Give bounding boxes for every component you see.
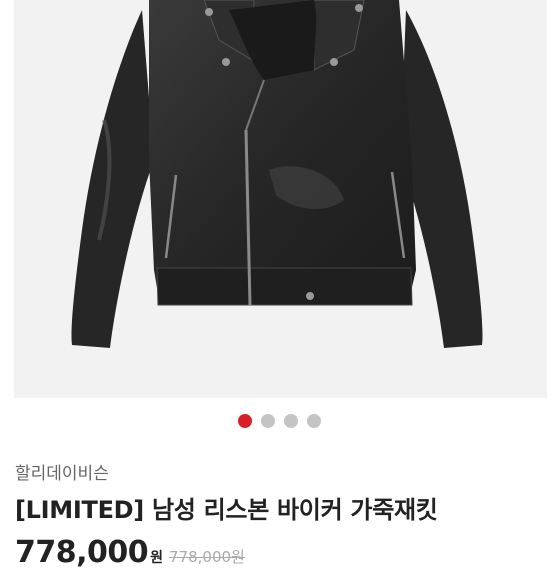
price-row: 778,000 원 778,000원 [15, 535, 245, 570]
carousel-dot-3[interactable] [284, 414, 298, 428]
sale-price: 778,000 [15, 535, 149, 570]
carousel-dot-4[interactable] [307, 414, 321, 428]
carousel-dot-1[interactable] [238, 414, 252, 428]
leather-jacket-image [71, 0, 483, 348]
carousel-dot-2[interactable] [261, 414, 275, 428]
carousel-indicator [0, 414, 559, 430]
brand-name[interactable]: 할리데이비슨 [15, 459, 109, 484]
original-price: 778,000원 [169, 548, 245, 566]
price-unit: 원 [150, 550, 164, 566]
product-title: [LIMITED] 남성 리스본 바이커 가죽재킷 [15, 496, 438, 524]
product-image[interactable] [14, 0, 547, 398]
